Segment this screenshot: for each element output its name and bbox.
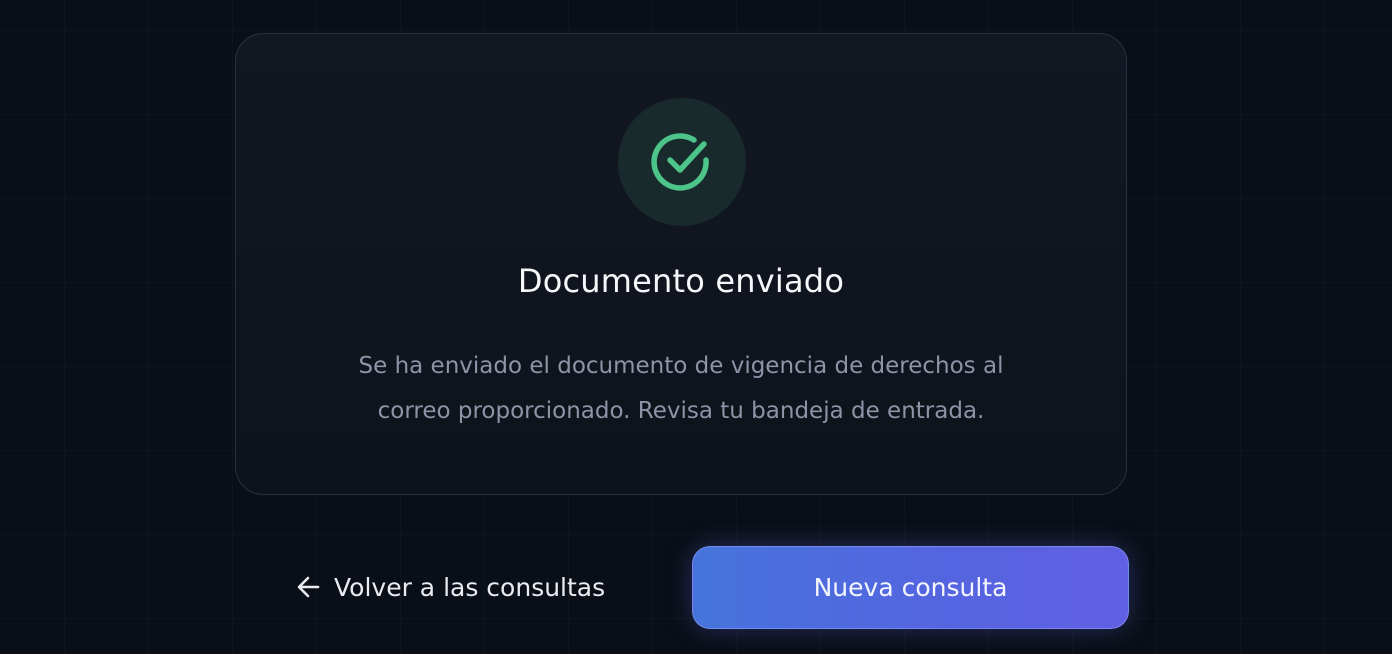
back-link-label: Volver a las consultas xyxy=(334,572,606,602)
new-query-button-label: Nueva consulta xyxy=(813,573,1008,602)
confirmation-card: Documento enviado Se ha enviado el docum… xyxy=(235,33,1127,495)
confirmation-message: Se ha enviado el documento de vigencia d… xyxy=(296,344,1066,434)
message-line-2: correo proporcionado. Revisa tu bandeja … xyxy=(377,398,985,424)
check-circle-icon xyxy=(651,133,709,191)
success-badge xyxy=(618,98,746,226)
message-line-1: Se ha enviado el documento de vigencia d… xyxy=(358,353,1004,379)
back-to-queries-link[interactable]: Volver a las consultas xyxy=(296,566,605,608)
confirmation-title: Documento enviado xyxy=(517,262,845,300)
new-query-button[interactable]: Nueva consulta xyxy=(692,546,1129,629)
arrow-left-icon xyxy=(296,574,322,600)
